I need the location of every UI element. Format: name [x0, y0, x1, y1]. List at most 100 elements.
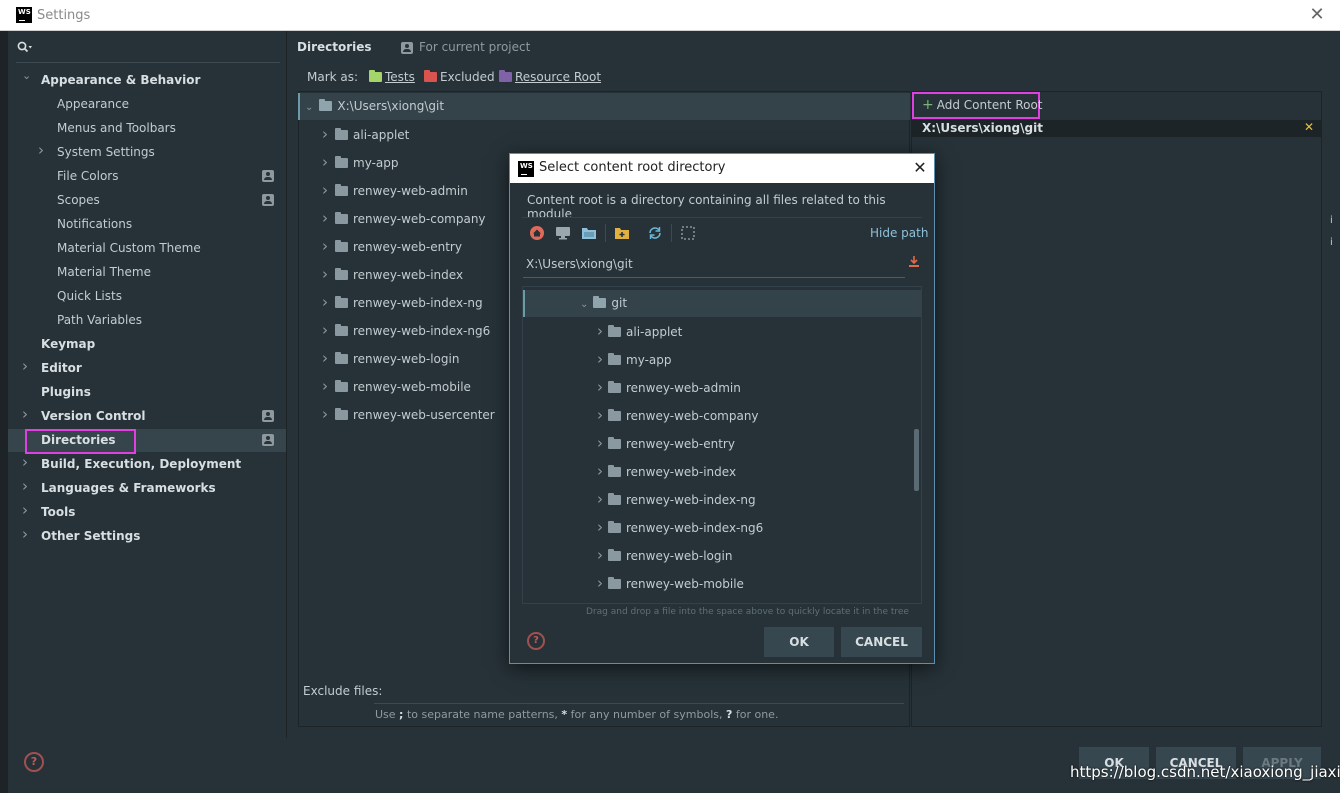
- folder-row[interactable]: › renwey-web-admin: [322, 178, 468, 202]
- chevron-right-icon[interactable]: ›: [597, 434, 603, 452]
- dialog-cancel-button[interactable]: CANCEL: [841, 627, 922, 657]
- folder-icon: [608, 549, 621, 561]
- mark-resource-root-button[interactable]: Resource Root: [499, 70, 601, 84]
- sidebar-item[interactable]: Scopes: [57, 188, 100, 212]
- sidebar-item[interactable]: Build, Execution, Deployment: [41, 452, 241, 476]
- sidebar-item[interactable]: Keymap: [41, 332, 95, 356]
- sidebar-item[interactable]: System Settings: [57, 140, 155, 164]
- chevron-right-icon[interactable]: ›: [322, 209, 328, 227]
- chevron-right-icon[interactable]: ›: [322, 321, 328, 339]
- select-all-icon[interactable]: [679, 224, 697, 242]
- chooser-folder-row[interactable]: › renwey-web-index-ng6: [597, 515, 763, 539]
- sidebar-item[interactable]: Appearance & Behavior: [41, 68, 200, 92]
- chevron-right-icon[interactable]: ›: [322, 181, 328, 199]
- mark-tests-button[interactable]: Tests: [369, 70, 415, 84]
- desktop-icon[interactable]: [554, 224, 572, 242]
- chevron-right-icon[interactable]: ›: [597, 322, 603, 340]
- sidebar-item[interactable]: Other Settings: [41, 524, 140, 548]
- chooser-folder-row[interactable]: › renwey-web-index: [597, 459, 736, 483]
- chooser-folder-row[interactable]: › renwey-web-mobile: [597, 571, 744, 595]
- chevron-right-icon[interactable]: ›: [597, 518, 603, 536]
- webstorm-logo: WS: [518, 161, 534, 177]
- chevron-right-icon[interactable]: ›: [597, 546, 603, 564]
- sidebar-item[interactable]: Path Variables: [57, 308, 142, 332]
- sidebar-item[interactable]: Appearance: [57, 92, 129, 116]
- search-icon[interactable]: [17, 41, 33, 58]
- chooser-folder-row[interactable]: › renwey-web-index-ng: [597, 487, 756, 511]
- git-folder[interactable]: ⌄ git: [580, 291, 627, 315]
- sidebar-item[interactable]: Version Control: [41, 404, 146, 428]
- chevron-right-icon[interactable]: ›: [322, 237, 328, 255]
- exclude-files-input[interactable]: [374, 680, 904, 704]
- sidebar-item[interactable]: Plugins: [41, 380, 91, 404]
- chevron-right-icon[interactable]: ›: [322, 265, 328, 283]
- chevron-right-icon[interactable]: ›: [597, 574, 603, 592]
- chooser-folder-row[interactable]: › renwey-web-company: [597, 403, 759, 427]
- chevron-right-icon[interactable]: ›: [597, 406, 603, 424]
- chevron-right-icon[interactable]: ›: [322, 153, 328, 171]
- project-folder-icon[interactable]: [580, 224, 598, 242]
- scrollbar[interactable]: [914, 429, 919, 491]
- chooser-folder-row[interactable]: › ali-applet: [597, 319, 682, 343]
- close-icon[interactable]: ✕: [910, 157, 930, 179]
- hide-path-link[interactable]: Hide path: [870, 226, 928, 240]
- folder-row[interactable]: › renwey-web-index: [322, 262, 463, 286]
- chevron-down-icon[interactable]: ⌄: [580, 299, 588, 310]
- chooser-folder-row[interactable]: › renwey-web-login: [597, 543, 732, 567]
- folder-row[interactable]: › renwey-web-index-ng6: [322, 318, 490, 342]
- chevron-right-icon[interactable]: ›: [22, 477, 28, 495]
- path-input[interactable]: X:\Users\xiong\git: [523, 252, 905, 278]
- chevron-right-icon[interactable]: ›: [597, 462, 603, 480]
- chevron-right-icon[interactable]: ›: [322, 405, 328, 423]
- home-icon[interactable]: [528, 224, 546, 242]
- dialog-ok-button[interactable]: OK: [764, 627, 834, 657]
- sidebar-item[interactable]: File Colors: [57, 164, 118, 188]
- chevron-down-icon[interactable]: ⌄: [305, 102, 313, 113]
- folder-row[interactable]: › my-app: [322, 150, 399, 174]
- folder-row[interactable]: › renwey-web-mobile: [322, 374, 471, 398]
- chooser-folder-row[interactable]: › renwey-web-entry: [597, 431, 735, 455]
- sidebar-item[interactable]: Quick Lists: [57, 284, 122, 308]
- add-content-root-button[interactable]: + Add Content Root: [912, 92, 1043, 119]
- sidebar-item[interactable]: Editor: [41, 356, 82, 380]
- close-icon[interactable]: ✕: [1306, 4, 1328, 26]
- remove-root-icon[interactable]: ✕: [1304, 120, 1314, 134]
- refresh-icon[interactable]: [646, 224, 664, 242]
- sidebar-item[interactable]: Material Theme: [57, 260, 151, 284]
- download-icon[interactable]: [908, 255, 920, 272]
- chevron-right-icon[interactable]: ›: [22, 405, 28, 423]
- search-input[interactable]: [16, 62, 280, 63]
- sidebar-item[interactable]: Tools: [41, 500, 75, 524]
- folder-row[interactable]: › renwey-web-company: [322, 206, 486, 230]
- chevron-right-icon[interactable]: ›: [322, 125, 328, 143]
- chevron-right-icon[interactable]: ›: [597, 490, 603, 508]
- chevron-right-icon[interactable]: ›: [22, 453, 28, 471]
- chevron-right-icon[interactable]: ›: [322, 349, 328, 367]
- folder-row[interactable]: › ali-applet: [322, 122, 409, 146]
- chooser-folder-row[interactable]: › my-app: [597, 347, 672, 371]
- chevron-right-icon[interactable]: ›: [22, 525, 28, 543]
- chevron-right-icon[interactable]: ›: [322, 377, 328, 395]
- sidebar-item[interactable]: Languages & Frameworks: [41, 476, 216, 500]
- root-folder[interactable]: ⌄ X:\Users\xiong\git: [305, 94, 444, 118]
- help-icon[interactable]: ?: [527, 632, 545, 650]
- chevron-right-icon[interactable]: ›: [22, 501, 28, 519]
- chevron-right-icon[interactable]: ›: [597, 350, 603, 368]
- sidebar-item[interactable]: Material Custom Theme: [57, 236, 201, 260]
- help-icon[interactable]: ?: [24, 752, 44, 772]
- chevron-right-icon[interactable]: ›: [22, 357, 28, 375]
- chevron-down-icon[interactable]: ⌄: [22, 69, 31, 82]
- folder-row[interactable]: › renwey-web-login: [322, 346, 459, 370]
- chooser-folder-row[interactable]: › renwey-web-admin: [597, 375, 741, 399]
- chevron-right-icon[interactable]: ›: [322, 293, 328, 311]
- mark-excluded-button[interactable]: Excluded: [424, 70, 495, 84]
- sidebar-item[interactable]: Menus and Toolbars: [57, 116, 176, 140]
- dialog-title-bar: WS Select content root directory ✕: [510, 154, 934, 183]
- folder-row[interactable]: › renwey-web-index-ng: [322, 290, 483, 314]
- chevron-right-icon[interactable]: ›: [38, 141, 44, 159]
- folder-row[interactable]: › renwey-web-usercenter: [322, 402, 495, 426]
- folder-row[interactable]: › renwey-web-entry: [322, 234, 462, 258]
- sidebar-item[interactable]: Notifications: [57, 212, 132, 236]
- chevron-right-icon[interactable]: ›: [597, 378, 603, 396]
- new-folder-icon[interactable]: [613, 224, 631, 242]
